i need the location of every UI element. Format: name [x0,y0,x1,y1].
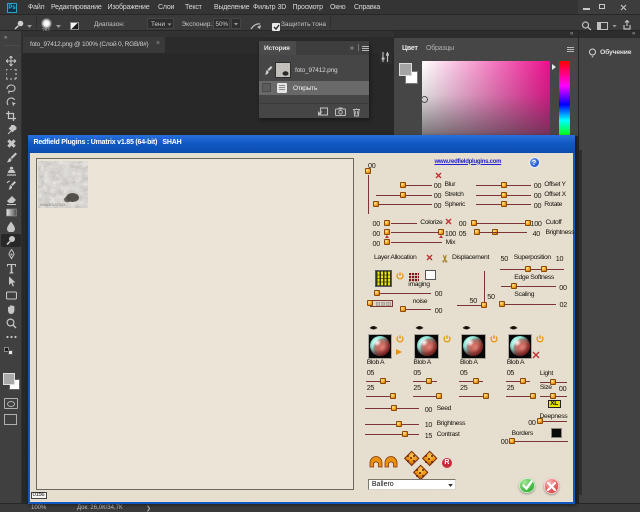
svg-text:IMAGINATRIX: IMAGINATRIX [40,202,66,207]
